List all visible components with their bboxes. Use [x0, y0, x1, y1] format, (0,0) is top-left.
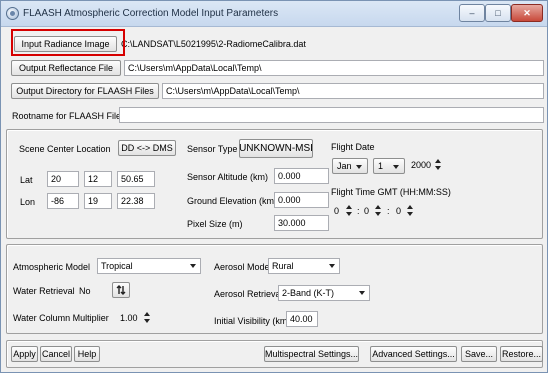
flight-date-label: Flight Date: [331, 142, 375, 152]
input-radiance-path: C:\LANDSAT\L5021995\2-RadiomeCalibra.dat: [121, 39, 306, 49]
apply-button[interactable]: Apply: [11, 346, 38, 362]
window-title: FLAASH Atmospheric Correction Model Inpu…: [23, 8, 279, 19]
lon-label: Lon: [20, 197, 36, 207]
water-retrieval-label: Water Retrieval: [13, 286, 75, 296]
minute-spin-icon[interactable]: [374, 204, 383, 218]
multispectral-settings-button[interactable]: Multispectral Settings...: [264, 346, 359, 362]
water-column-spin-icon[interactable]: [143, 311, 152, 325]
highlight-annotation: [11, 29, 125, 56]
water-column-value[interactable]: 1.00: [120, 313, 138, 323]
time-separator: :: [387, 206, 390, 216]
chevron-down-icon: [190, 264, 196, 268]
advanced-settings-button[interactable]: Advanced Settings...: [370, 346, 457, 362]
sensor-type-button[interactable]: UNKNOWN-MSI: [239, 139, 313, 158]
chevron-down-icon: [359, 291, 365, 295]
atmospheric-model-dropdown[interactable]: Tropical: [97, 258, 201, 274]
lon-minutes-field[interactable]: 19: [84, 193, 112, 209]
year-value[interactable]: 2000: [411, 160, 431, 170]
year-spin-icon[interactable]: [434, 158, 443, 172]
close-icon: ✕: [523, 7, 531, 18]
aerosol-model-label: Aerosol Model: [214, 262, 272, 272]
month-value: Jan: [337, 161, 352, 171]
day-value: 1: [378, 161, 384, 171]
restore-button[interactable]: Restore...: [500, 346, 543, 362]
flight-time-label: Flight Time GMT (HH:MM:SS): [331, 187, 451, 197]
second-value[interactable]: 0: [396, 206, 401, 216]
water-retrieval-toggle-button[interactable]: [112, 282, 130, 298]
maximize-icon: □: [495, 8, 501, 18]
output-reflectance-button[interactable]: Output Reflectance File: [11, 60, 121, 76]
output-directory-field[interactable]: C:\Users\m\AppData\Local\Temp\: [162, 83, 544, 99]
aerosol-retrieval-dropdown[interactable]: 2-Band (K-T): [278, 285, 370, 301]
atmospheric-model-label: Atmospheric Model: [13, 262, 91, 272]
minimize-button[interactable]: –: [459, 4, 485, 22]
output-reflectance-field[interactable]: C:\Users\m\AppData\Local\Temp\: [124, 60, 544, 76]
hour-value[interactable]: 0: [334, 206, 339, 216]
chevron-down-icon: [356, 165, 362, 169]
cancel-button[interactable]: Cancel: [40, 346, 72, 362]
atmospheric-model-value: Tropical: [101, 261, 133, 271]
water-column-label: Water Column Multiplier: [13, 313, 109, 323]
aerosol-retrieval-value: 2-Band (K-T): [282, 288, 335, 298]
lat-label: Lat: [20, 175, 33, 185]
save-button[interactable]: Save...: [461, 346, 497, 362]
water-retrieval-value: No: [79, 286, 91, 296]
lon-degrees-field[interactable]: -86: [47, 193, 79, 209]
lat-minutes-field[interactable]: 12: [84, 171, 112, 187]
initial-visibility-label: Initial Visibility (km): [214, 316, 291, 326]
time-separator: :: [357, 206, 360, 216]
aerosol-model-value: Rural: [272, 261, 294, 271]
hour-spin-icon[interactable]: [345, 204, 354, 218]
aerosol-retrieval-label: Aerosol Retrieval: [214, 289, 283, 299]
sensor-altitude-field[interactable]: 0.000: [274, 168, 329, 184]
flaash-dialog-window: FLAASH Atmospheric Correction Model Inpu…: [0, 0, 548, 373]
minute-value[interactable]: 0: [364, 206, 369, 216]
initial-visibility-field[interactable]: 40.00: [286, 311, 318, 327]
ground-elevation-label: Ground Elevation (km): [187, 196, 278, 206]
title-bar: FLAASH Atmospheric Correction Model Inpu…: [1, 1, 547, 27]
sensor-altitude-label: Sensor Altitude (km): [187, 172, 269, 182]
month-dropdown[interactable]: Jan: [332, 158, 368, 174]
lat-seconds-field[interactable]: 50.65: [117, 171, 155, 187]
app-icon: [6, 7, 19, 20]
close-button[interactable]: ✕: [511, 4, 543, 22]
chevron-down-icon: [329, 264, 335, 268]
pixel-size-label: Pixel Size (m): [187, 219, 243, 229]
minimize-icon: –: [469, 8, 475, 18]
rootname-field[interactable]: [119, 107, 544, 123]
help-button[interactable]: Help: [74, 346, 100, 362]
sensor-type-label: Sensor Type: [187, 144, 238, 154]
swap-arrows-icon: [116, 285, 126, 295]
second-spin-icon[interactable]: [406, 204, 415, 218]
lat-degrees-field[interactable]: 20: [47, 171, 79, 187]
dd-dms-toggle-button[interactable]: DD <-> DMS: [118, 140, 176, 156]
rootname-label: Rootname for FLAASH Files: [12, 111, 126, 121]
aerosol-model-dropdown[interactable]: Rural: [268, 258, 340, 274]
chevron-down-icon: [393, 165, 399, 169]
maximize-button[interactable]: □: [485, 4, 511, 22]
day-dropdown[interactable]: 1: [373, 158, 405, 174]
output-directory-button[interactable]: Output Directory for FLAASH Files: [11, 83, 159, 99]
scene-center-label: Scene Center Location: [19, 144, 111, 154]
lon-seconds-field[interactable]: 22.38: [117, 193, 155, 209]
ground-elevation-field[interactable]: 0.000: [274, 192, 329, 208]
pixel-size-field[interactable]: 30.000: [274, 215, 329, 231]
